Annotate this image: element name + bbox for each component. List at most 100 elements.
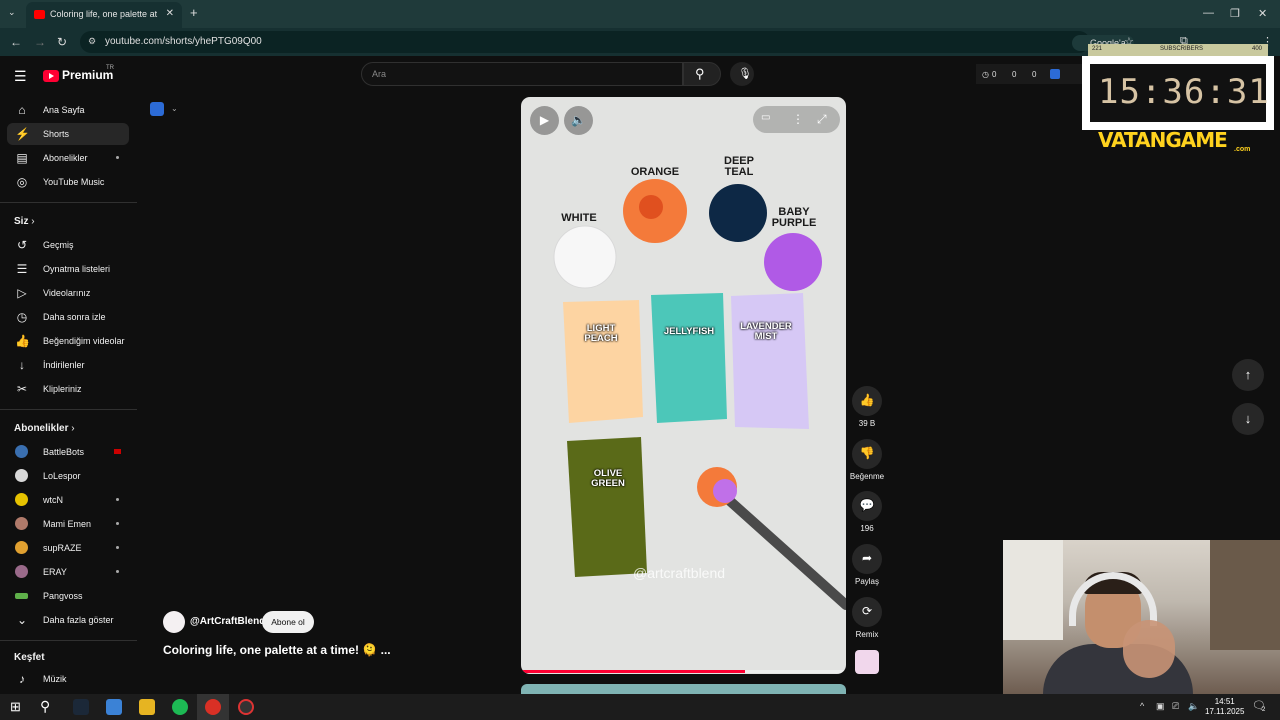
- channel-avatar: [15, 541, 28, 554]
- label-olive-green: OLIVE GREEN: [591, 468, 625, 489]
- sub-item-supraze[interactable]: supRAZE: [7, 537, 129, 559]
- ext-badge-icon[interactable]: [1050, 69, 1060, 79]
- back-icon[interactable]: ←: [10, 35, 22, 49]
- sidebar-you-heading[interactable]: Siz ›: [14, 216, 35, 227]
- tab-close-icon[interactable]: ✕: [166, 8, 174, 19]
- reload-icon[interactable]: ↻: [57, 35, 67, 49]
- previous-short-button[interactable]: ↑: [1232, 359, 1264, 391]
- light-peach-swatch: [563, 300, 643, 423]
- sub-item-pangvoss[interactable]: Pangvoss: [7, 585, 129, 607]
- spotify-icon[interactable]: [172, 699, 188, 715]
- arrow-up-icon: ↑: [1244, 367, 1252, 382]
- active-tab[interactable]: Coloring life, one palette at a time! ✕: [26, 2, 182, 28]
- captions-icon[interactable]: ▭: [761, 112, 770, 123]
- music-icon: ◎: [16, 175, 28, 189]
- sidebar-item-subscriptions[interactable]: ▤ Abonelikler: [7, 147, 129, 169]
- short-title[interactable]: Coloring life, one palette at a time! 🫠 …: [163, 643, 391, 657]
- sidebar-item-playlists[interactable]: ☰ Oynatma listeleri: [7, 258, 129, 280]
- forward-icon[interactable]: →: [34, 35, 46, 49]
- tray-app-icon[interactable]: ▣: [1156, 701, 1165, 712]
- sidebar-item-liked-videos[interactable]: 👍 Beğendiğim videolar: [7, 330, 129, 352]
- search-input[interactable]: Ara: [361, 62, 683, 86]
- sidebar-item-music[interactable]: ♪ Müzik: [7, 668, 129, 690]
- hamburger-menu-icon[interactable]: ☰: [14, 68, 27, 85]
- webcam-person-hand: [1123, 620, 1175, 678]
- next-short-button[interactable]: ↓: [1232, 403, 1264, 435]
- store-icon[interactable]: [106, 699, 122, 715]
- steam-icon[interactable]: [73, 699, 89, 715]
- vatangame-logo-suffix: .com: [1234, 146, 1251, 153]
- iq-extension-icon[interactable]: [150, 102, 164, 116]
- network-icon[interactable]: ⎚: [1172, 701, 1179, 712]
- your-videos-icon: ▷: [17, 286, 27, 300]
- subscriber-count: 221: [1092, 46, 1103, 52]
- search-button[interactable]: ⚲: [683, 62, 721, 86]
- chevron-right-icon: ›: [31, 216, 35, 227]
- share-button[interactable]: ➦: [852, 544, 882, 574]
- sidebar-item-watch-later[interactable]: ◷ Daha sonra izle: [7, 306, 129, 328]
- stat-value-3: 0: [1032, 70, 1037, 79]
- taskbar-clock[interactable]: 14:51 17.11.2025: [1205, 697, 1244, 717]
- sub-item-battlebots[interactable]: BattleBots: [7, 441, 129, 463]
- play-button[interactable]: ▶: [530, 106, 559, 135]
- dislike-button[interactable]: 👎: [852, 439, 882, 469]
- remix-button[interactable]: ⟳: [852, 597, 882, 627]
- file-explorer-icon[interactable]: [139, 699, 155, 715]
- restore-icon[interactable]: ❐: [1230, 7, 1240, 20]
- site-info-icon[interactable]: ⚙: [88, 36, 96, 47]
- video-frame: [553, 179, 846, 610]
- sub-item-lolespor[interactable]: LoLespor: [7, 465, 129, 487]
- minimize-icon[interactable]: —: [1203, 7, 1214, 19]
- label-orange: ORANGE: [630, 166, 680, 178]
- chrome-icon[interactable]: [205, 699, 221, 715]
- taskbar-date: 17.11.2025: [1205, 707, 1245, 716]
- sidebar-item-label: Pangvoss: [43, 591, 83, 601]
- download-icon: ↓: [19, 358, 25, 372]
- show-more-button[interactable]: ⌄ Daha fazla göster: [7, 609, 129, 631]
- sidebar-item-label: supRAZE: [43, 543, 82, 553]
- sub-item-mami-emen[interactable]: Mami Emen: [7, 513, 129, 535]
- omnibox[interactable]: ⚙ youtube.com/shorts/yhePTG09Q00 Google'…: [80, 31, 1134, 64]
- deep-teal-paint-blob: [709, 184, 767, 242]
- more-options-icon[interactable]: ⋮: [792, 112, 804, 126]
- progress-fill: [521, 670, 746, 673]
- channel-avatar: [15, 493, 28, 506]
- fullscreen-icon[interactable]: ⤢: [817, 112, 827, 127]
- sidebar-item-shorts[interactable]: ⚡ Shorts: [7, 123, 129, 145]
- subscriptions-icon: ▤: [16, 151, 28, 165]
- tray-chevron-icon[interactable]: ^: [1140, 701, 1144, 711]
- taskbar-search-icon[interactable]: ⚲: [40, 698, 50, 715]
- progress-bar[interactable]: [521, 670, 846, 673]
- short-video-player[interactable]: WHITE ORANGE DEEP TEAL BABY PURPLE LIGHT…: [521, 97, 846, 674]
- new-content-dot: [116, 570, 119, 573]
- home-icon: ⌂: [18, 103, 26, 117]
- sound-thumbnail[interactable]: [855, 650, 879, 674]
- sidebar-item-home[interactable]: ⌂ Ana Sayfa: [7, 99, 129, 121]
- like-button[interactable]: 👍: [852, 386, 882, 416]
- subscribe-button[interactable]: Abone ol: [262, 611, 314, 633]
- tab-search-icon[interactable]: ⌄: [8, 7, 16, 18]
- volume-tray-icon[interactable]: 🔈: [1188, 701, 1199, 712]
- window-close-icon[interactable]: ✕: [1258, 7, 1267, 20]
- sidebar-divider: [0, 409, 137, 410]
- obs-icon[interactable]: [238, 699, 254, 715]
- channel-avatar[interactable]: [163, 611, 185, 633]
- sidebar-item-clips[interactable]: ✂ Klipleriniz: [7, 378, 129, 400]
- headphones-icon: [1069, 572, 1157, 626]
- comments-button[interactable]: 💬: [852, 491, 882, 521]
- sub-item-eray[interactable]: ERAY: [7, 561, 129, 583]
- chevron-down-icon[interactable]: ⌄: [171, 104, 178, 113]
- sidebar-item-your-videos[interactable]: ▷ Videolarınız: [7, 282, 129, 304]
- new-tab-button[interactable]: +: [190, 5, 198, 20]
- sidebar-item-history[interactable]: ↺ Geçmiş: [7, 234, 129, 256]
- sidebar-item-downloads[interactable]: ↓ İndirilenler: [7, 354, 129, 376]
- voice-search-button[interactable]: 🎙: [730, 62, 754, 86]
- olive-green-swatch: [567, 437, 647, 577]
- sidebar-item-label: BattleBots: [43, 447, 85, 457]
- sub-item-wtcn[interactable]: wtcN: [7, 489, 129, 511]
- volume-button[interactable]: 🔈: [564, 106, 593, 135]
- sidebar-subscriptions-heading[interactable]: Abonelikler ›: [14, 423, 75, 434]
- windows-start-icon[interactable]: ⊞: [10, 699, 21, 715]
- sidebar-item-youtube-music[interactable]: ◎ YouTube Music: [7, 171, 129, 193]
- channel-name[interactable]: @ArtCraftBlend: [190, 616, 265, 627]
